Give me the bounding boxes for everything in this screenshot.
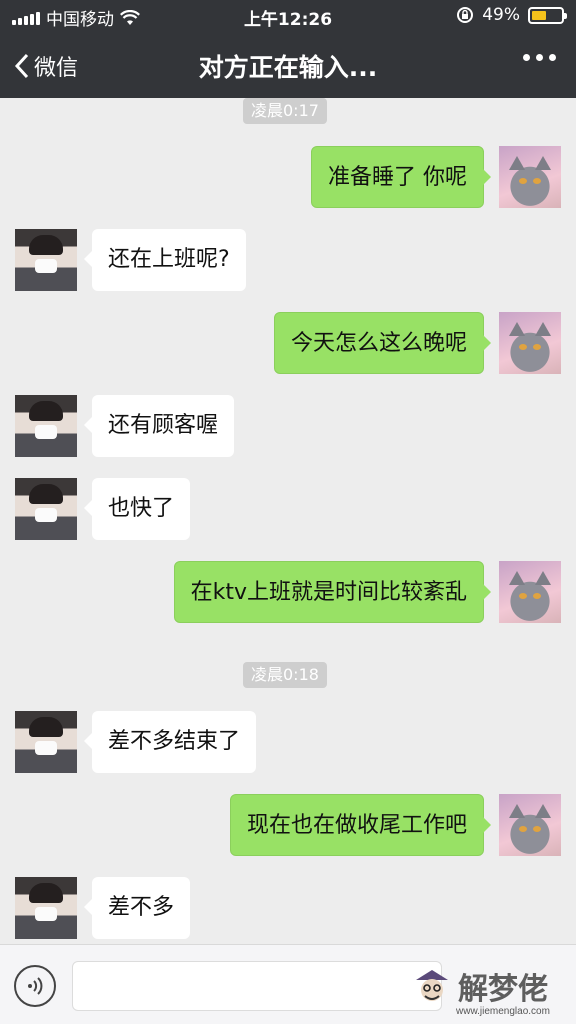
battery-icon [528,6,567,24]
message-input[interactable] [72,961,442,1011]
lock-rotation-icon [457,7,474,23]
my-avatar[interactable] [499,794,561,856]
message-bubble-in[interactable]: 还在上班呢? [84,229,246,291]
contact-avatar[interactable] [15,711,77,773]
message-bubble-in[interactable]: 还有顾客喔 [83,395,235,457]
contact-avatar[interactable] [15,229,77,291]
contact-avatar[interactable] [15,478,77,540]
watermark-url: www.jiemenglao.com [456,1006,550,1017]
my-avatar[interactable] [499,146,561,208]
watermark-logo-icon [416,970,448,1001]
message-bubble-out[interactable]: 今天怎么这么晚呢 [273,312,492,374]
contact-avatar[interactable] [15,877,77,939]
more-icon[interactable] [523,54,556,61]
nav-bar: 微信 对方正在输入... [0,32,576,98]
message-bubble-in[interactable]: 差不多 [83,877,191,939]
message-bubble-in[interactable]: 差不多结束了 [83,711,257,773]
sound-wave-icon [28,977,43,995]
status-bar: 中国移动 上午12:26 49% [0,0,576,32]
status-right: 49% [456,5,567,25]
battery-percent: 49% [482,5,520,25]
message-bubble-out[interactable]: 现在也在做收尾工作吧 [229,794,492,856]
watermark-brand: 解梦佬 [458,972,548,1007]
timestamp: 凌晨0:17 [243,98,327,124]
watermark: 解梦佬 www.jiemenglao.com [408,964,576,1022]
my-avatar[interactable] [499,561,561,623]
voice-icon[interactable] [14,965,56,1007]
my-avatar[interactable] [499,312,561,374]
chat-area[interactable]: 凌晨0:17 准备睡了 你呢 还在上班呢? 今天怎么这么晚呢 还有顾客喔 也快了… [0,98,576,944]
contact-avatar[interactable] [15,395,77,457]
timestamp: 凌晨0:18 [243,662,327,688]
message-bubble-out[interactable]: 准备睡了 你呢 [311,146,491,208]
message-bubble-in[interactable]: 也快了 [83,478,191,540]
chat-title: 对方正在输入... [198,53,378,82]
message-bubble-out[interactable]: 在ktv上班就是时间比较紊乱 [173,561,492,623]
